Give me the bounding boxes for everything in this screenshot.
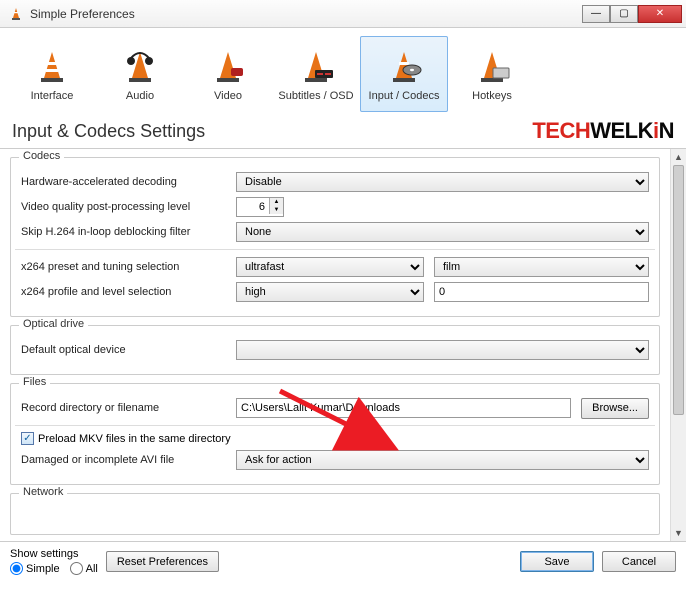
tab-label: Audio <box>126 90 154 102</box>
cone-keyboard-icon <box>471 46 513 88</box>
browse-button[interactable]: Browse... <box>581 398 649 419</box>
close-button[interactable]: ✕ <box>638 5 682 23</box>
network-group: Network <box>10 493 660 535</box>
tab-input-codecs[interactable]: Input / Codecs <box>360 36 448 112</box>
app-icon <box>8 6 24 22</box>
hw-decode-select[interactable]: Disable <box>236 172 649 192</box>
scrollbar[interactable]: ▲ ▼ <box>670 149 686 541</box>
window-title: Simple Preferences <box>30 7 582 21</box>
minimize-button[interactable]: — <box>582 5 610 23</box>
cancel-button[interactable]: Cancel <box>602 551 676 572</box>
page-heading: Input & Codecs Settings <box>12 121 532 142</box>
skip-filter-select[interactable]: None <box>236 222 649 242</box>
group-title: Network <box>19 486 67 498</box>
x264-profile-select[interactable]: high <box>236 282 424 302</box>
skip-filter-label: Skip H.264 in-loop deblocking filter <box>21 226 236 238</box>
titlebar: Simple Preferences — ▢ ✕ <box>0 0 686 28</box>
tab-video[interactable]: Video <box>184 36 272 112</box>
scroll-thumb[interactable] <box>673 165 684 415</box>
scroll-down-icon[interactable]: ▼ <box>671 525 686 541</box>
hw-decode-label: Hardware-accelerated decoding <box>21 176 236 188</box>
tab-label: Input / Codecs <box>369 90 440 102</box>
footer: Show settings Simple All Reset Preferenc… <box>0 541 686 581</box>
tab-hotkeys[interactable]: Hotkeys <box>448 36 536 112</box>
avi-label: Damaged or incomplete AVI file <box>21 454 236 466</box>
show-settings-label: Show settings <box>10 548 98 560</box>
cone-headphones-icon <box>119 46 161 88</box>
codecs-group: Codecs Hardware-accelerated decoding Dis… <box>10 157 660 317</box>
tab-audio[interactable]: Audio <box>96 36 184 112</box>
tab-label: Interface <box>31 90 74 102</box>
scroll-up-icon[interactable]: ▲ <box>671 149 686 165</box>
optical-group: Optical drive Default optical device <box>10 325 660 375</box>
optical-device-label: Default optical device <box>21 344 236 356</box>
cone-subtitle-icon <box>295 46 337 88</box>
settings-panel: Codecs Hardware-accelerated decoding Dis… <box>0 149 670 541</box>
spinner-buttons[interactable]: ▲▼ <box>269 198 283 214</box>
cone-disc-icon <box>383 46 425 88</box>
tab-label: Video <box>214 90 242 102</box>
optical-device-select[interactable] <box>236 340 649 360</box>
files-group: Files Record directory or filename Brows… <box>10 383 660 485</box>
show-simple-radio[interactable]: Simple <box>10 562 60 575</box>
cone-film-icon <box>207 46 249 88</box>
watermark-logo: TECHWELKiN <box>532 118 674 144</box>
preload-mkv-checkbox[interactable]: ✓ <box>21 432 34 445</box>
tab-label: Hotkeys <box>472 90 512 102</box>
tab-label: Subtitles / OSD <box>278 90 353 102</box>
vq-label: Video quality post-processing level <box>21 201 236 213</box>
record-dir-label: Record directory or filename <box>21 402 236 414</box>
save-button[interactable]: Save <box>520 551 594 572</box>
x264-level-input[interactable] <box>434 282 649 302</box>
cone-icon <box>31 46 73 88</box>
group-title: Optical drive <box>19 318 88 330</box>
group-title: Codecs <box>19 150 64 162</box>
x264-preset-label: x264 preset and tuning selection <box>21 261 236 273</box>
tab-subtitles[interactable]: Subtitles / OSD <box>272 36 360 112</box>
x264-preset-select[interactable]: ultrafast <box>236 257 424 277</box>
group-title: Files <box>19 376 50 388</box>
reset-preferences-button[interactable]: Reset Preferences <box>106 551 219 572</box>
avi-action-select[interactable]: Ask for action <box>236 450 649 470</box>
tab-bar: Interface Audio Video Subtitles / OSD In… <box>0 28 686 112</box>
tab-interface[interactable]: Interface <box>8 36 96 112</box>
record-dir-input[interactable] <box>236 398 571 418</box>
x264-profile-label: x264 profile and level selection <box>21 286 236 298</box>
maximize-button[interactable]: ▢ <box>610 5 638 23</box>
x264-tuning-select[interactable]: film <box>434 257 649 277</box>
show-all-radio[interactable]: All <box>70 562 98 575</box>
preload-mkv-label: Preload MKV files in the same directory <box>38 433 231 445</box>
